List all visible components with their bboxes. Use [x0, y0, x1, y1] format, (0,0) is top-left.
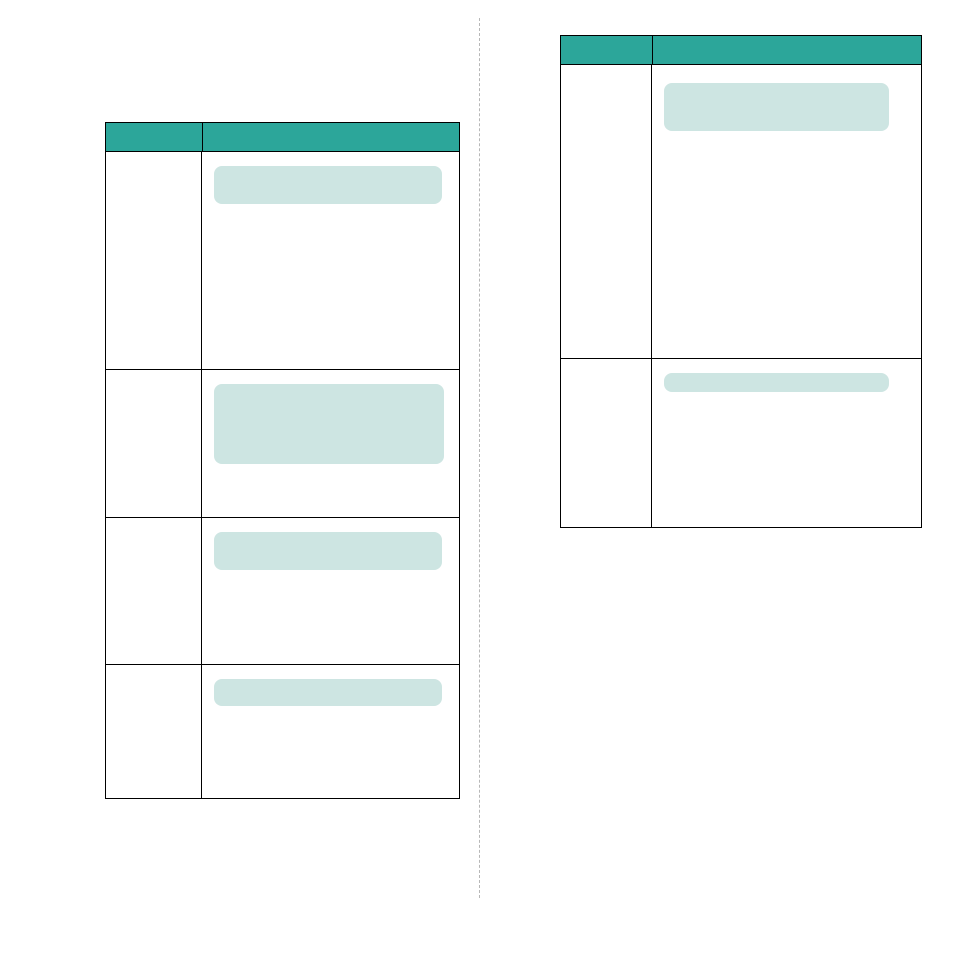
left-row-1 [106, 151, 459, 369]
right-header-col1 [561, 36, 653, 64]
right-row-2-col1 [561, 359, 652, 527]
left-row-4-col2 [202, 665, 459, 798]
right-row-1-pill [664, 83, 889, 131]
right-row-2-pill [664, 373, 889, 392]
left-row-2 [106, 369, 459, 517]
left-row-3-pill [214, 532, 442, 570]
left-row-2-col2 [202, 370, 459, 517]
vertical-divider [479, 18, 480, 898]
left-header-col1 [106, 123, 203, 151]
left-row-1-col1 [106, 152, 202, 369]
right-table-header [561, 36, 921, 64]
right-row-2 [561, 358, 921, 527]
left-header-col2 [203, 123, 459, 151]
left-row-1-col2 [202, 152, 459, 369]
left-row-3 [106, 517, 459, 664]
right-header-col2 [653, 36, 921, 64]
left-row-3-col1 [106, 518, 202, 664]
left-row-4-pill [214, 679, 442, 706]
right-row-2-col2 [652, 359, 921, 527]
left-table-header [106, 123, 459, 151]
right-row-1-col1 [561, 65, 652, 358]
left-row-2-pill [214, 384, 444, 464]
right-row-1-col2 [652, 65, 921, 358]
left-row-4-col1 [106, 665, 202, 798]
right-table [560, 35, 922, 528]
right-row-1 [561, 64, 921, 358]
left-row-3-col2 [202, 518, 459, 664]
left-row-4 [106, 664, 459, 798]
left-table [105, 122, 460, 799]
left-row-1-pill [214, 166, 442, 204]
page-canvas [0, 0, 954, 954]
left-row-2-col1 [106, 370, 202, 517]
